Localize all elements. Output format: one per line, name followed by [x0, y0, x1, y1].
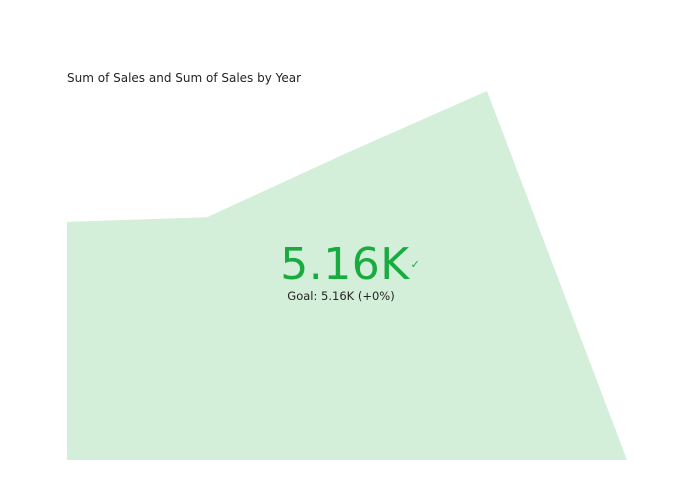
checkmark-icon: ✓ — [410, 258, 420, 271]
kpi-indicator: 5.16K ✓ — [0, 240, 682, 290]
kpi-visual[interactable]: Sum of Sales and Sum of Sales by Year 5.… — [0, 0, 682, 496]
goal-value: 5.16K — [321, 289, 355, 303]
goal-delta: (+0%) — [357, 289, 395, 303]
indicator-value: 5.16K — [280, 239, 410, 290]
goal-text: Goal: 5.16K (+0%) — [0, 289, 682, 303]
goal-label: Goal: — [287, 289, 318, 303]
